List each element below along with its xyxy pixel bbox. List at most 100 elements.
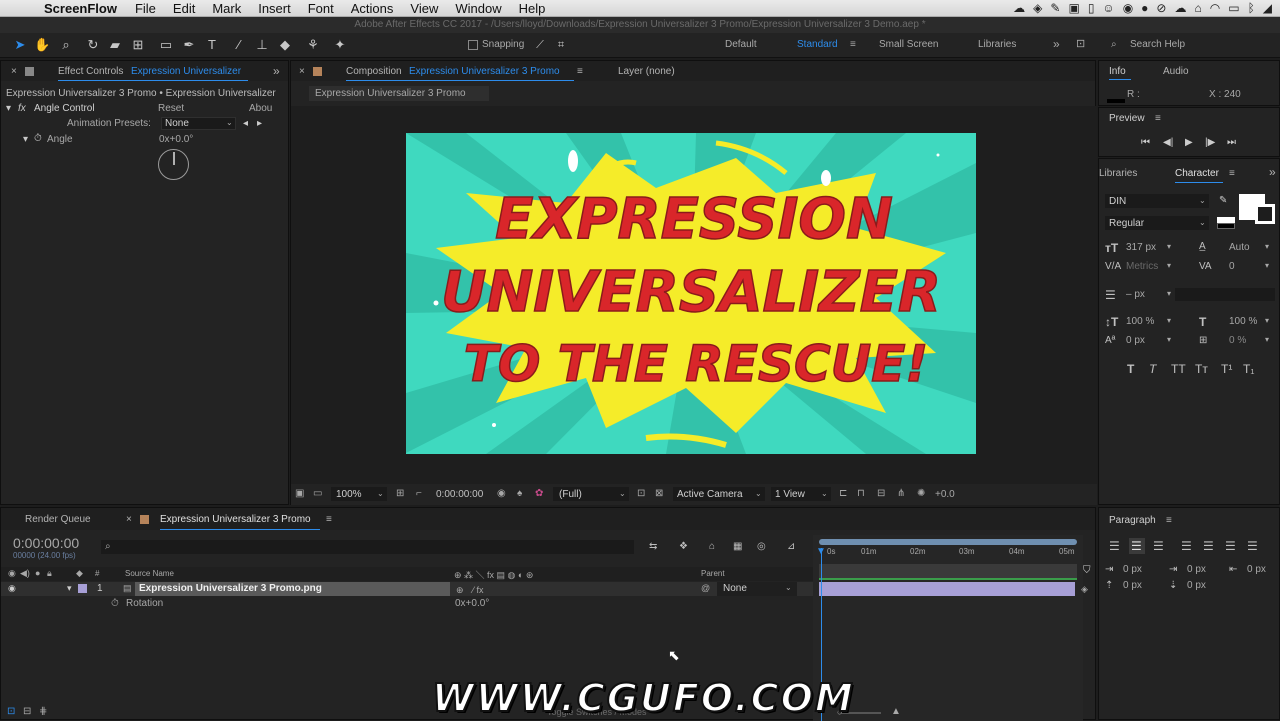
parent-pickwhip-icon[interactable]: @ (701, 583, 710, 593)
menu-help[interactable]: Help (519, 1, 546, 16)
faux-italic-icon[interactable]: T (1149, 362, 1156, 376)
reset-button[interactable]: Reset (158, 103, 184, 114)
layer-switches-icon[interactable]: ⊕ ⁄ fx (456, 583, 484, 596)
rotation-value[interactable]: 0x+0.0° (455, 598, 489, 609)
visibility-icon[interactable]: ◉ (8, 583, 16, 594)
menu-insert[interactable]: Insert (258, 1, 291, 16)
snap-icon[interactable]: ⟋ (532, 37, 548, 53)
exposure-value[interactable]: +0.0 (935, 489, 955, 500)
tab-character[interactable]: Character (1175, 168, 1219, 179)
last-frame-icon[interactable]: ⏭ (1227, 137, 1236, 148)
stopwatch-icon[interactable]: ⏱ (111, 598, 119, 609)
panel-menu-icon[interactable]: ≡ (1155, 113, 1161, 124)
align-right-icon[interactable]: ☰ (1153, 539, 1164, 553)
panel-menu-icon[interactable]: ≡ (326, 514, 332, 525)
close-icon[interactable]: × (11, 66, 17, 77)
tab-audio[interactable]: Audio (1163, 66, 1189, 77)
leading-value[interactable]: Auto (1229, 242, 1250, 253)
airplay-icon[interactable]: ▭ (1228, 1, 1239, 15)
workspace-overflow-icon[interactable]: » (1053, 37, 1060, 51)
phone-icon[interactable]: ▯ (1088, 1, 1095, 15)
prev-frame-icon[interactable]: ◀| (1163, 137, 1173, 148)
font-size-value[interactable]: 317 px (1126, 242, 1156, 253)
volume-icon[interactable]: ◢ (1263, 1, 1272, 15)
sync-icon[interactable]: ◉ (1123, 1, 1133, 15)
panel-menu-icon[interactable]: ≡ (1166, 515, 1172, 526)
effect-controls-layer[interactable]: Expression Universalizer (131, 66, 241, 77)
snapshot-icon[interactable]: ◉ (497, 488, 506, 499)
in-out-icon[interactable]: ⋕ (39, 706, 47, 717)
panel-menu-icon[interactable]: ≡ (1229, 168, 1235, 179)
horizontal-scale-value[interactable]: 100 % (1229, 316, 1257, 327)
bluetooth-icon[interactable]: ᛒ (1248, 1, 1255, 15)
dropbox-icon[interactable]: ◈ (1033, 1, 1042, 15)
panel-overflow-icon[interactable]: » (273, 64, 280, 78)
swap-colors-icon[interactable] (1217, 223, 1235, 229)
eyedropper-icon[interactable]: ✎ (1219, 195, 1227, 206)
menu-view[interactable]: View (410, 1, 438, 16)
kerning-value[interactable]: Metrics (1126, 261, 1158, 272)
mask-icon[interactable]: ⌐ (416, 488, 422, 499)
layer-expand-icon[interactable]: ▾ (67, 583, 72, 594)
close-icon[interactable]: × (126, 514, 132, 525)
stroke-style-dropdown[interactable] (1175, 288, 1275, 301)
subscript-icon[interactable]: T₁ (1243, 362, 1254, 376)
pen-tool-icon[interactable]: ✒ (181, 37, 197, 53)
playhead-icon[interactable]: ▼ (816, 546, 826, 557)
composition-name[interactable]: Expression Universalizer 3 Promo (409, 66, 560, 77)
layer-label-color[interactable] (78, 584, 87, 593)
exposure-icon[interactable]: ✺ (917, 488, 925, 499)
angle-value[interactable]: 0x+0.0° (159, 134, 193, 145)
wifi-icon[interactable]: ◠ (1210, 1, 1220, 15)
layer-tab[interactable]: Layer (none) (618, 66, 675, 77)
hand-tool-icon[interactable]: ✋ (34, 37, 50, 53)
rotate-tool-icon[interactable]: ↻ (85, 37, 101, 53)
tsume-value[interactable]: 0 % (1229, 335, 1246, 346)
cloud-icon[interactable]: ☁ (1013, 1, 1025, 15)
channel-icon[interactable]: ✿ (535, 488, 543, 499)
stroke-color-swatch[interactable] (1255, 204, 1275, 224)
draft-3d-icon[interactable]: ❖ (679, 541, 688, 552)
rectangle-tool-icon[interactable]: ▭ (158, 37, 174, 53)
menu-edit[interactable]: Edit (173, 1, 195, 16)
superscript-icon[interactable]: T¹ (1221, 362, 1232, 376)
show-snapshot-icon[interactable]: ♠ (517, 488, 522, 499)
menu-window[interactable]: Window (455, 1, 501, 16)
camera-tool-icon[interactable]: ▰ (107, 37, 123, 53)
motion-blur-icon[interactable]: ◎ (757, 541, 766, 552)
vertical-scale-value[interactable]: 100 % (1126, 316, 1154, 327)
all-caps-icon[interactable]: TT (1171, 362, 1186, 376)
comp-timecode[interactable]: 0:00:00:00 (436, 489, 483, 500)
layer-duration-bar[interactable] (819, 582, 1075, 596)
tracking-value[interactable]: 0 (1229, 261, 1235, 272)
stop-icon[interactable]: ● (1141, 1, 1148, 15)
about-button[interactable]: Abou (249, 103, 272, 114)
always-preview-icon[interactable]: ▣ (295, 488, 304, 499)
composition-tab[interactable]: Composition (346, 66, 402, 77)
fx-icon[interactable]: fx (18, 103, 26, 114)
indent-first-value[interactable]: 0 px (1187, 564, 1206, 575)
snapping-checkbox[interactable] (468, 40, 478, 50)
justify-right-icon[interactable]: ☰ (1225, 539, 1236, 553)
app-menu[interactable]: ScreenFlow (44, 1, 117, 16)
next-frame-icon[interactable]: |▶ (1205, 137, 1215, 148)
brush-tool-icon[interactable]: ⁄ (231, 37, 247, 53)
toggle-pixel-icon[interactable]: ⊏ (839, 488, 847, 499)
frame-blending-icon[interactable]: ▦ (733, 541, 742, 552)
angle-expand-icon[interactable]: ▾ (23, 134, 28, 145)
workspace-standard[interactable]: Standard (797, 39, 838, 50)
snap-grid-icon[interactable]: ⌗ (553, 37, 569, 53)
align-center-icon[interactable]: ☰ (1131, 539, 1142, 553)
clone-stamp-tool-icon[interactable]: ⊥ (254, 37, 270, 53)
justify-center-icon[interactable]: ☰ (1203, 539, 1214, 553)
zoom-tool-icon[interactable]: ⌕ (58, 37, 74, 53)
work-area-bar[interactable] (819, 539, 1077, 545)
roto-brush-tool-icon[interactable]: ⚘ (305, 37, 321, 53)
type-tool-icon[interactable]: T (204, 37, 220, 53)
transfer-controls-icon[interactable]: ⊟ (23, 706, 31, 717)
tab-libraries[interactable]: Libraries (1099, 168, 1137, 179)
tab-info[interactable]: Info (1109, 66, 1126, 77)
play-icon[interactable]: ▶ (1185, 137, 1193, 148)
tab-render-queue[interactable]: Render Queue (25, 514, 91, 525)
region-of-interest-icon[interactable]: ⊡ (637, 488, 645, 499)
